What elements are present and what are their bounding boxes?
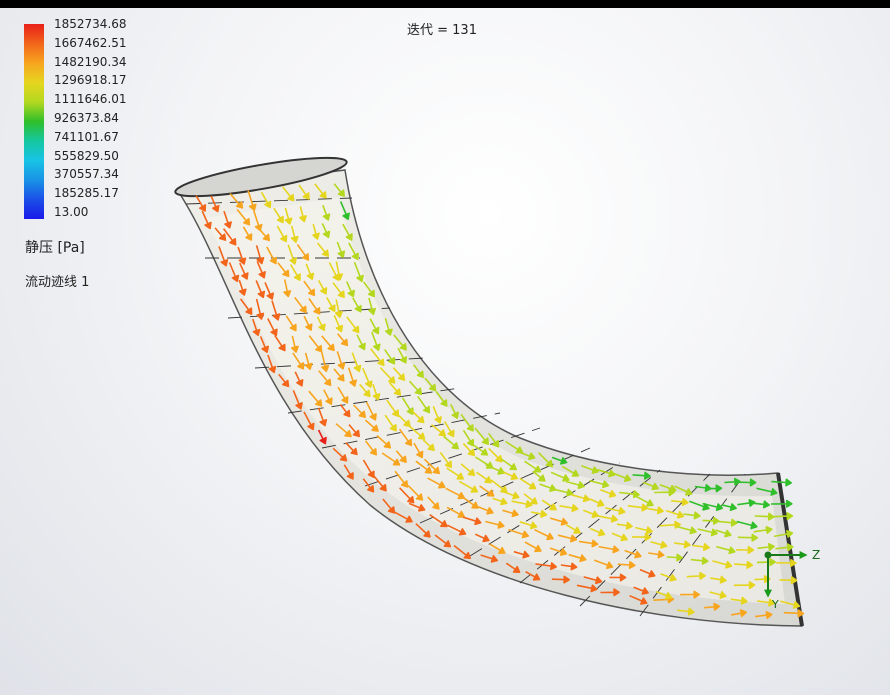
- axis-y-label: Y: [771, 598, 779, 611]
- pipe-elbow-scene[interactable]: Z Y: [0, 8, 890, 695]
- axis-z-label: Z: [812, 548, 820, 562]
- graphics-viewport[interactable]: 迭代 = 131 1852734.68 1667462.51 1482190.34 1…: [0, 8, 890, 695]
